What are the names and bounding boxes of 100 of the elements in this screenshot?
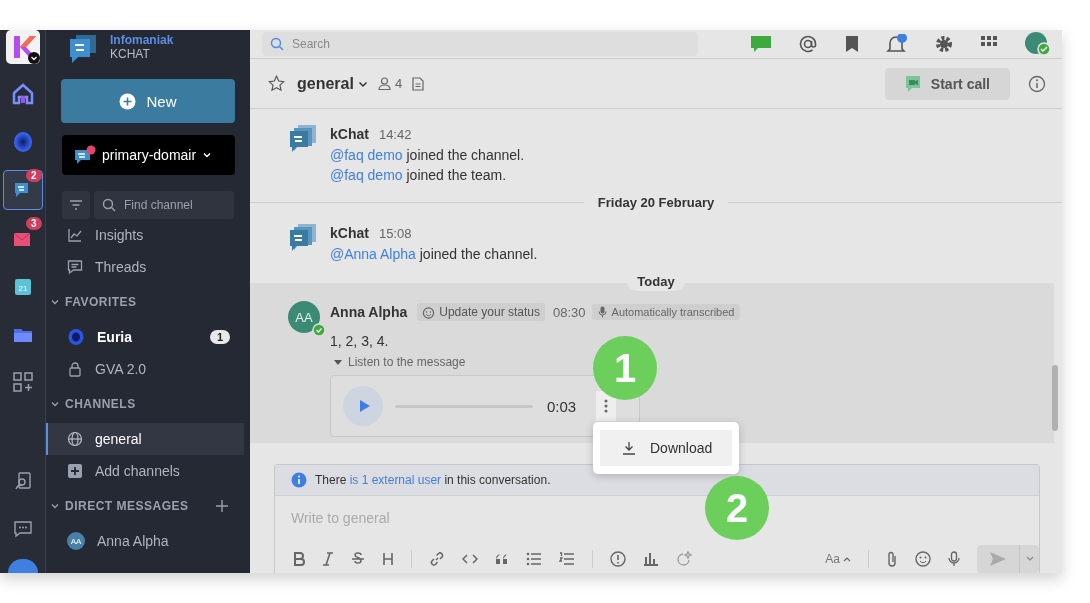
date-separator: Friday 20 February: [596, 195, 716, 210]
contact-book-icon: [12, 471, 33, 491]
section-header[interactable]: CHANNELS: [46, 393, 228, 415]
chat-icon: [74, 145, 96, 165]
send-icon: [989, 551, 1007, 567]
sidebar-item[interactable]: Threads: [46, 251, 244, 283]
section-header[interactable]: DIRECT MESSAGES: [46, 495, 228, 517]
search-icon: [102, 198, 116, 212]
italic-icon[interactable]: [322, 552, 334, 566]
channel-item[interactable]: GVA 2.0: [46, 353, 244, 385]
system-message: @faq demo joined the team.: [330, 166, 508, 185]
system-message: @Anna Alpha joined the channel.: [330, 245, 538, 264]
orb-icon: [11, 131, 34, 153]
sidebar-item[interactable]: Insights: [46, 219, 244, 251]
external-users-link[interactable]: is 1 external user: [349, 473, 442, 487]
product-name: KCHAT: [110, 47, 151, 61]
scrollbar-thumb[interactable]: [1052, 365, 1058, 431]
channel-name[interactable]: general: [295, 74, 368, 93]
heading-icon[interactable]: [382, 552, 394, 566]
text-format-button[interactable]: Aa: [825, 552, 851, 566]
message-time: 08:30: [553, 304, 586, 320]
team-switcher[interactable]: primary-domair: [62, 135, 235, 175]
new-button[interactable]: New: [61, 79, 235, 123]
person-icon: [377, 77, 391, 90]
link-icon[interactable]: [429, 551, 445, 567]
unread-badge: 3: [25, 217, 42, 230]
poll-icon[interactable]: [643, 552, 659, 566]
find-channel-field[interactable]: Find channel: [94, 191, 234, 219]
author-name[interactable]: Anna Alpha: [330, 304, 408, 320]
add-apps-icon: [11, 371, 34, 393]
message-time: 14:42: [378, 126, 412, 142]
app-switcher-button[interactable]: 3: [2, 218, 43, 258]
app-switcher-button[interactable]: 2: [2, 170, 43, 210]
update-status-button[interactable]: Update your status: [417, 303, 545, 321]
message-time: 15:08: [378, 225, 412, 241]
k-logo-icon[interactable]: [5, 30, 40, 64]
user-avatar[interactable]: [7, 559, 38, 573]
section-header[interactable]: FAVORITES: [46, 291, 228, 313]
strikethrough-icon[interactable]: [351, 552, 365, 566]
alert-icon[interactable]: [610, 551, 626, 567]
globe-icon: [67, 431, 83, 447]
chevron-down-icon: [1025, 556, 1034, 562]
mention-link[interactable]: @faq demo: [330, 167, 403, 183]
feedback-icon: [12, 519, 33, 539]
start-call-button[interactable]: Start call: [884, 67, 1010, 100]
add-square-icon: [67, 463, 83, 479]
settings-icon[interactable]: [934, 34, 954, 54]
tag-label: Automatically transcribed: [611, 306, 735, 318]
mention-icon[interactable]: [798, 34, 818, 54]
user-avatar[interactable]: [1024, 32, 1050, 56]
author-name[interactable]: kChat: [330, 225, 369, 241]
find-channel-input[interactable]: Find channel: [122, 197, 226, 213]
member-count[interactable]: 4: [377, 76, 403, 91]
info-icon[interactable]: [1028, 74, 1046, 93]
mention-link[interactable]: @Anna Alpha: [330, 246, 416, 262]
system-message: @faq demo joined the channel.: [330, 146, 525, 165]
search-field[interactable]: Search: [262, 32, 698, 56]
chevron-up-icon: [843, 556, 851, 562]
star-icon[interactable]: [268, 75, 285, 92]
channel-item[interactable]: general: [46, 423, 244, 455]
filter-button[interactable]: [62, 191, 90, 219]
info-icon: [291, 472, 307, 488]
banner-text: There is 1 external user in this conversation.: [315, 473, 551, 487]
microphone-icon[interactable]: [948, 551, 960, 567]
author-name[interactable]: kChat: [330, 126, 369, 142]
user-avatar: AA: [67, 532, 85, 550]
chat-bubble-icon[interactable]: [750, 34, 772, 54]
bell-icon[interactable]: [886, 34, 908, 54]
caret-down-icon: [334, 358, 342, 366]
bullet-list-icon[interactable]: [526, 552, 542, 566]
play-icon: [358, 399, 371, 413]
online-status-icon: [312, 323, 326, 337]
channel-item[interactable]: Euria 1: [46, 321, 244, 353]
lock-icon: [67, 361, 83, 377]
audio-duration: 0:03: [547, 397, 577, 415]
channel-item[interactable]: AA Anna Alpha: [46, 525, 244, 557]
plus-icon[interactable]: [216, 500, 228, 512]
attachment-icon[interactable]: [886, 551, 898, 567]
code-icon[interactable]: [462, 552, 478, 566]
smiley-icon: [422, 305, 436, 319]
chevron-down-icon: [202, 150, 213, 160]
message-text: 1, 2, 3, 4.: [330, 332, 390, 351]
download-icon: [622, 441, 636, 455]
numbered-list-icon[interactable]: [559, 552, 575, 566]
chart-icon: [67, 227, 83, 243]
unread-badge: 2: [25, 169, 42, 182]
play-button[interactable]: [343, 386, 383, 426]
quote-icon[interactable]: [495, 553, 509, 565]
download-menu-item[interactable]: Download: [600, 430, 732, 466]
channel-item[interactable]: Add channels: [46, 455, 244, 487]
file-icon[interactable]: [412, 76, 425, 91]
more-vertical-icon: [604, 399, 609, 413]
bookmark-icon[interactable]: [844, 35, 860, 53]
mention-link[interactable]: @faq demo: [330, 147, 403, 163]
emoji-icon[interactable]: [915, 551, 931, 567]
search-icon: [270, 37, 284, 51]
microphone-icon: [597, 306, 607, 318]
search-input[interactable]: Search: [290, 36, 449, 52]
filter-icon: [69, 199, 83, 211]
bold-icon[interactable]: [293, 552, 305, 566]
